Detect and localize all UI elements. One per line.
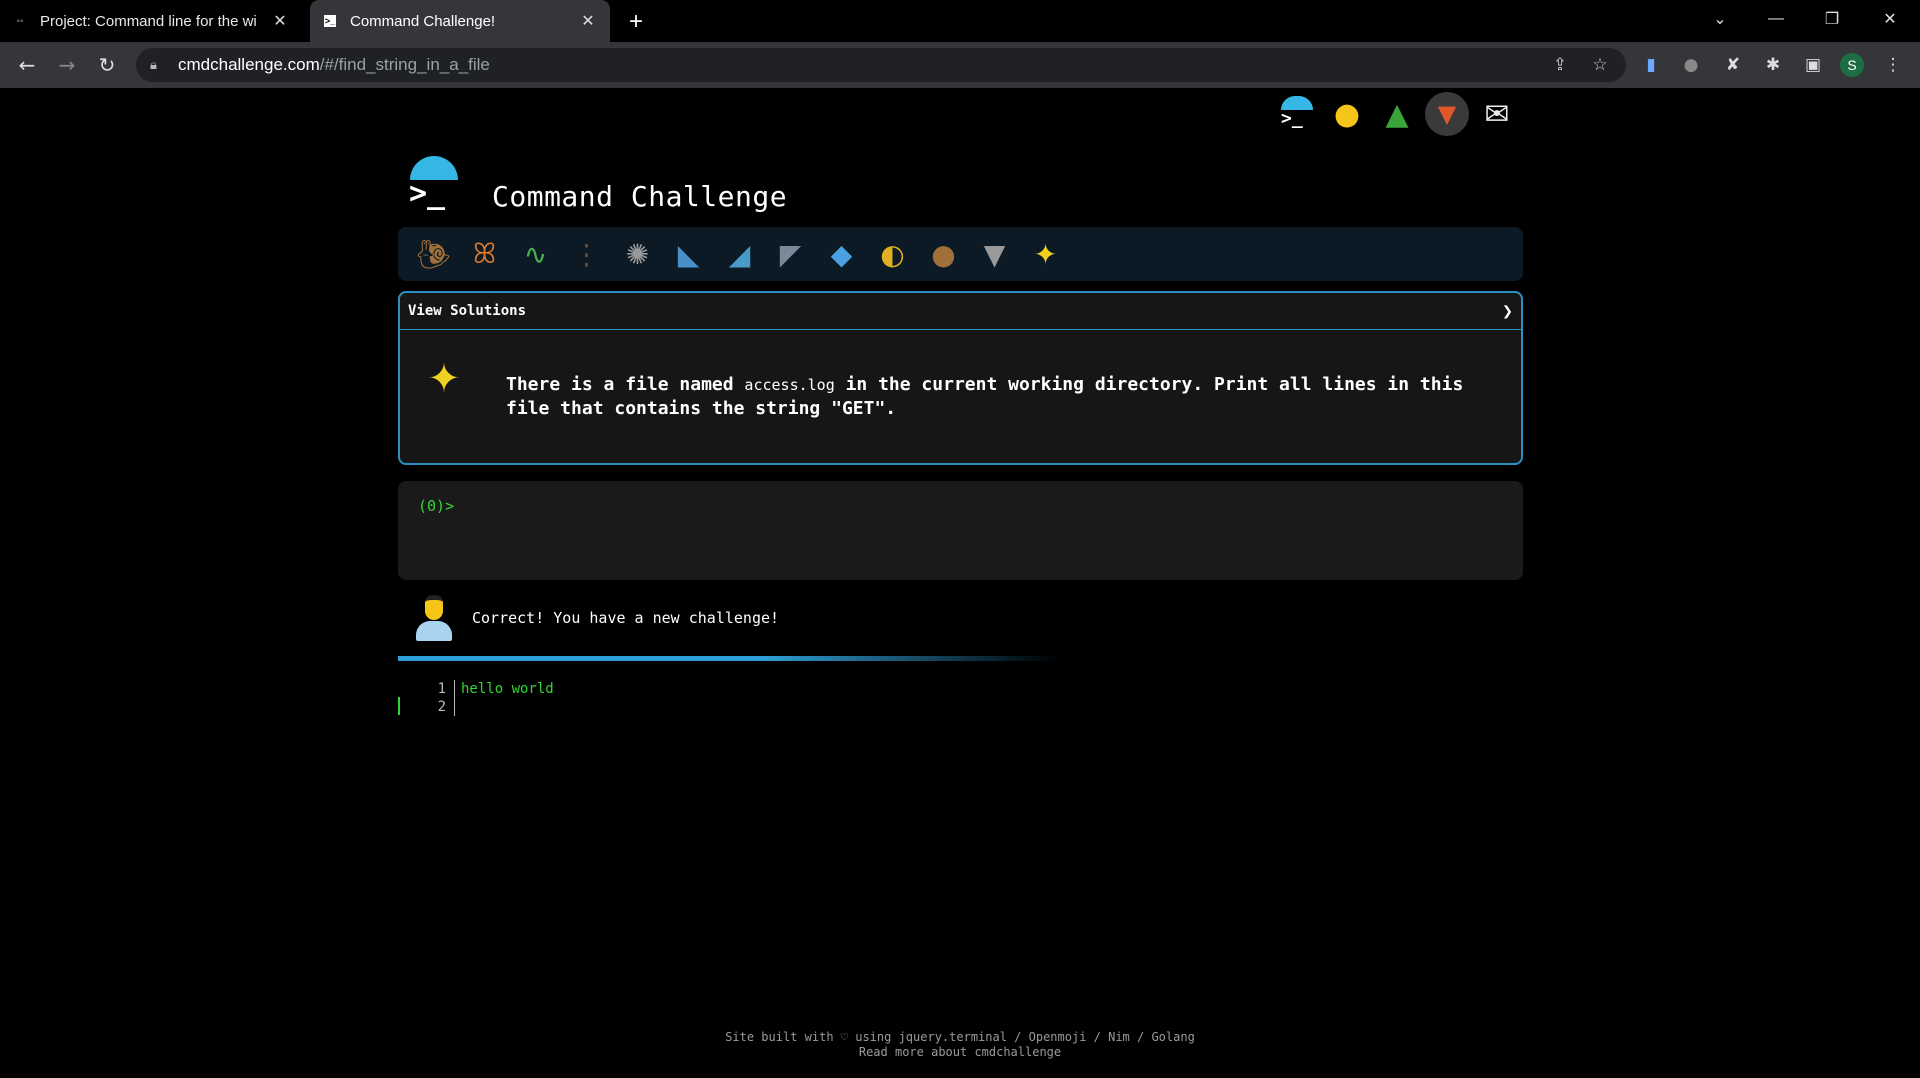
whale-icon[interactable]: ◣: [665, 234, 712, 274]
close-icon[interactable]: ✕: [270, 11, 290, 31]
minimize-icon[interactable]: —: [1756, 0, 1796, 38]
pufferfish-icon[interactable]: ●: [920, 234, 967, 274]
reload-icon[interactable]: ↻: [92, 50, 122, 80]
code-editor[interactable]: 1 hello world 2: [398, 680, 554, 716]
address-bar[interactable]: 🔒︎ cmdchallenge.com/#/find_string_in_a_f…: [136, 48, 1626, 82]
terminal-logo-icon[interactable]: >_: [1275, 92, 1319, 136]
lock-icon[interactable]: 🔒︎: [150, 58, 164, 73]
site-logo-icon[interactable]: >_: [406, 154, 462, 211]
top-icon-bar: >_ ● ▲ ▼ ✉: [1275, 92, 1519, 136]
browser-toolbar: ← → ↻ 🔒︎ cmdchallenge.com/#/find_string_…: [0, 42, 1920, 88]
site-title: Command Challenge: [492, 180, 788, 213]
challenge-description: There is a file named access.log in the …: [506, 374, 1464, 419]
bookmark-star-icon[interactable]: ☆: [1590, 55, 1610, 75]
shark-icon[interactable]: ◢: [716, 234, 763, 274]
ant-icon[interactable]: ⋮: [563, 234, 610, 274]
line-number: 2: [437, 699, 446, 715]
person-avatar-icon: [412, 592, 456, 644]
url-text: cmdchallenge.com/#/find_string_in_a_file: [178, 55, 490, 74]
line-number: 1: [437, 681, 446, 697]
tree-icon[interactable]: ▲: [1375, 92, 1419, 136]
fish-icon[interactable]: ◆: [818, 234, 865, 274]
tab-command-challenge[interactable]: >_ Command Challenge! ✕: [310, 0, 610, 42]
feedback: Correct! You have a new challenge!: [412, 592, 779, 644]
terminal-favicon-icon: >_: [323, 15, 337, 27]
extension-mouse-icon[interactable]: ●: [1680, 54, 1702, 76]
tab-project[interactable]: ▪▪ Project: Command line for the wi ✕: [0, 0, 302, 42]
line-text: hello world: [461, 681, 554, 697]
challenge-nav-bar: 🐌︎ ꕤ ∿ ⋮ ✺ ◣ ◢ ◤ ◆ ◐ ● ▼ ✦: [398, 227, 1523, 281]
bee-icon[interactable]: ✦: [1022, 234, 1069, 274]
extension-excel-icon[interactable]: ✘: [1722, 54, 1744, 76]
restore-icon[interactable]: ❐: [1812, 0, 1852, 38]
butterfly-icon[interactable]: ꕤ: [461, 234, 508, 274]
dolphin-icon[interactable]: ◤: [767, 234, 814, 274]
bee-icon: ✦: [427, 356, 461, 402]
site-header: >_ Command Challenge: [406, 150, 787, 213]
tab-bar: ▪▪ Project: Command line for the wi ✕ >_…: [0, 0, 1920, 42]
menu-kebab-icon[interactable]: ⋮: [1882, 54, 1904, 76]
tropical-fish-icon[interactable]: ◐: [869, 234, 916, 274]
side-panel-icon[interactable]: ▣: [1802, 54, 1824, 76]
view-solutions-label: View Solutions: [408, 303, 527, 319]
filename-code: access.log: [744, 376, 835, 394]
footer-credits: Site built with ♡ using jquery.terminal …: [725, 1030, 1195, 1044]
read-more-link[interactable]: Read more about cmdchallenge: [0, 1045, 1920, 1060]
extension-docs-icon[interactable]: ▮: [1640, 54, 1662, 76]
footer: Site built with ♡ using jquery.terminal …: [0, 1030, 1920, 1060]
close-icon[interactable]: ✕: [578, 11, 598, 31]
editor-line: 1 hello world: [398, 680, 554, 698]
new-tab-button[interactable]: +: [622, 8, 650, 36]
back-icon[interactable]: ←: [12, 50, 42, 80]
extensions-puzzle-icon[interactable]: ✱: [1762, 54, 1784, 76]
terminal-prompt: (0)>: [418, 497, 455, 515]
shushing-face-icon[interactable]: ●: [1325, 92, 1369, 136]
snail-icon[interactable]: 🐌︎: [410, 234, 457, 274]
gitlab-icon[interactable]: ▼: [1425, 92, 1469, 136]
text-caret: [398, 697, 400, 715]
caterpillar-icon[interactable]: ∿: [512, 234, 559, 274]
terminal[interactable]: (0)>: [398, 481, 1523, 580]
chevron-right-icon[interactable]: ❯: [1502, 301, 1513, 322]
close-window-icon[interactable]: ✕: [1870, 0, 1910, 38]
envelope-icon[interactable]: ✉: [1475, 92, 1519, 136]
wolf-icon[interactable]: ▼: [971, 234, 1018, 274]
tab-title: Command Challenge!: [350, 12, 496, 30]
tab-search-icon[interactable]: ⌄: [1700, 0, 1740, 38]
forward-icon[interactable]: →: [52, 50, 82, 80]
editor-line: 2: [398, 698, 554, 716]
profile-avatar[interactable]: S: [1840, 53, 1864, 77]
progress-bar: [398, 656, 1058, 661]
view-solutions-header[interactable]: View Solutions ❯: [400, 293, 1521, 330]
share-icon[interactable]: ⇪: [1550, 55, 1570, 75]
tab-title: Project: Command line for the wi: [40, 12, 257, 30]
feedback-message: Correct! You have a new challenge!: [472, 609, 780, 627]
page-favicon-icon: ▪▪: [16, 15, 24, 27]
challenge-panel: View Solutions ❯ ✦ There is a file named…: [398, 291, 1523, 465]
spider-web-icon[interactable]: ✺: [614, 234, 661, 274]
